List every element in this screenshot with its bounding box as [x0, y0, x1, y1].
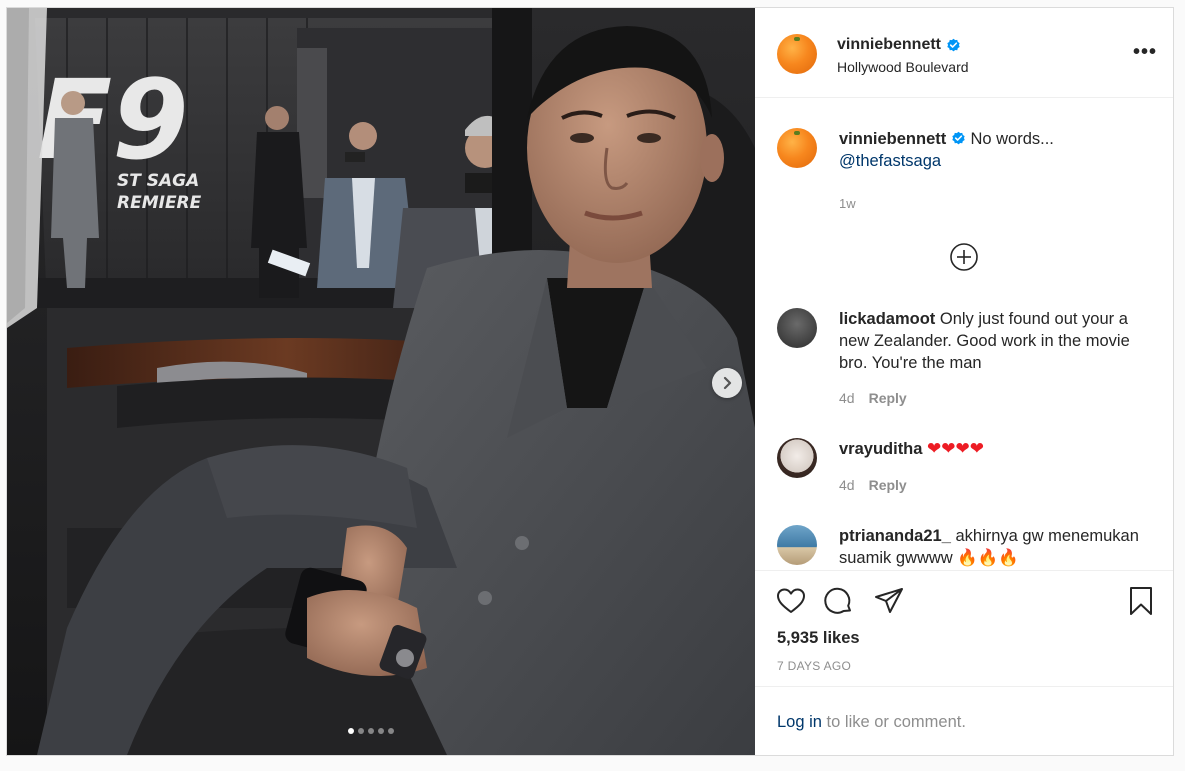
caption-username[interactable]: vinniebennett [839, 130, 946, 148]
comment-time[interactable]: 4d [839, 390, 855, 406]
caption-mention-link[interactable]: @thefastsaga [839, 152, 941, 170]
caption-text: No words... [970, 130, 1054, 148]
comment-text-block: vrayuditha ❤❤❤❤ [839, 438, 1149, 460]
verified-badge-icon [952, 131, 965, 145]
comment-username[interactable]: ptriananda21_ [839, 527, 951, 545]
comment-meta: 4d Reply [839, 477, 907, 493]
author-username-row[interactable]: vinniebennett [837, 36, 961, 54]
carousel-indicator [7, 728, 755, 734]
commenter-avatar[interactable] [777, 525, 817, 565]
comment-text-block: lickadamoot Only just found out your a n… [839, 308, 1149, 374]
comment-meta: 4d Reply [839, 390, 907, 406]
carousel-dot [388, 728, 394, 734]
login-link[interactable]: Log in [777, 713, 822, 731]
post-caption: vinniebennett No words... @thefastsaga 1… [755, 98, 1173, 228]
heart-icon[interactable] [775, 585, 807, 617]
chevron-right-icon [723, 376, 732, 390]
paper-plane-icon[interactable] [873, 585, 905, 617]
post-location[interactable]: Hollywood Boulevard [837, 59, 969, 75]
reply-button[interactable]: Reply [869, 390, 907, 406]
author-avatar[interactable] [777, 34, 817, 74]
comment-text-block: ptriananda21_ akhirnya gw menemukan suam… [839, 525, 1149, 569]
more-options-icon[interactable]: ••• [1133, 41, 1157, 64]
carousel-dot [368, 728, 374, 734]
post-actions: 5,935 likes 7 DAYS AGO [755, 570, 1173, 686]
verified-badge-icon [947, 38, 960, 51]
comment-time[interactable]: 4d [839, 477, 855, 493]
reply-button[interactable]: Reply [869, 477, 907, 493]
login-prompt: Log in to like or comment. [755, 686, 1173, 755]
comment-bubble-icon[interactable] [823, 585, 855, 617]
comment-username[interactable]: lickadamoot [839, 310, 935, 328]
carousel-dot [358, 728, 364, 734]
post-date[interactable]: 7 DAYS AGO [777, 659, 851, 673]
caption-time[interactable]: 1w [839, 196, 856, 211]
login-prompt-text: to like or comment. [821, 713, 966, 731]
plus-circle-icon[interactable] [949, 242, 979, 272]
comment-text: ❤❤❤❤ [927, 439, 985, 458]
login-row: Log in to like or comment. [777, 713, 966, 732]
carousel-dot [348, 728, 354, 734]
comment-username[interactable]: vrayuditha [839, 440, 922, 458]
caption-text-block: vinniebennett No words... @thefastsaga [839, 128, 1159, 172]
photo-illustration: F9 ST SAGA REMIERE [7, 8, 755, 755]
commenter-avatar[interactable] [777, 308, 817, 348]
comments-list[interactable]: vinniebennett No words... @thefastsaga 1… [755, 98, 1173, 570]
commenter-avatar[interactable] [777, 438, 817, 478]
carousel-dot [378, 728, 384, 734]
likes-count[interactable]: 5,935 likes [777, 629, 860, 648]
post-photo[interactable]: F9 ST SAGA REMIERE [7, 8, 755, 755]
bookmark-icon[interactable] [1125, 585, 1157, 617]
caption-avatar[interactable] [777, 128, 817, 168]
post-side-panel: vinniebennett Hollywood Boulevard ••• vi… [755, 8, 1173, 755]
instagram-post: F9 ST SAGA REMIERE vinniebennett Hollywo… [6, 7, 1174, 756]
author-username[interactable]: vinniebennett [837, 36, 941, 54]
next-photo-button[interactable] [712, 368, 742, 398]
post-header: vinniebennett Hollywood Boulevard ••• [755, 8, 1173, 98]
